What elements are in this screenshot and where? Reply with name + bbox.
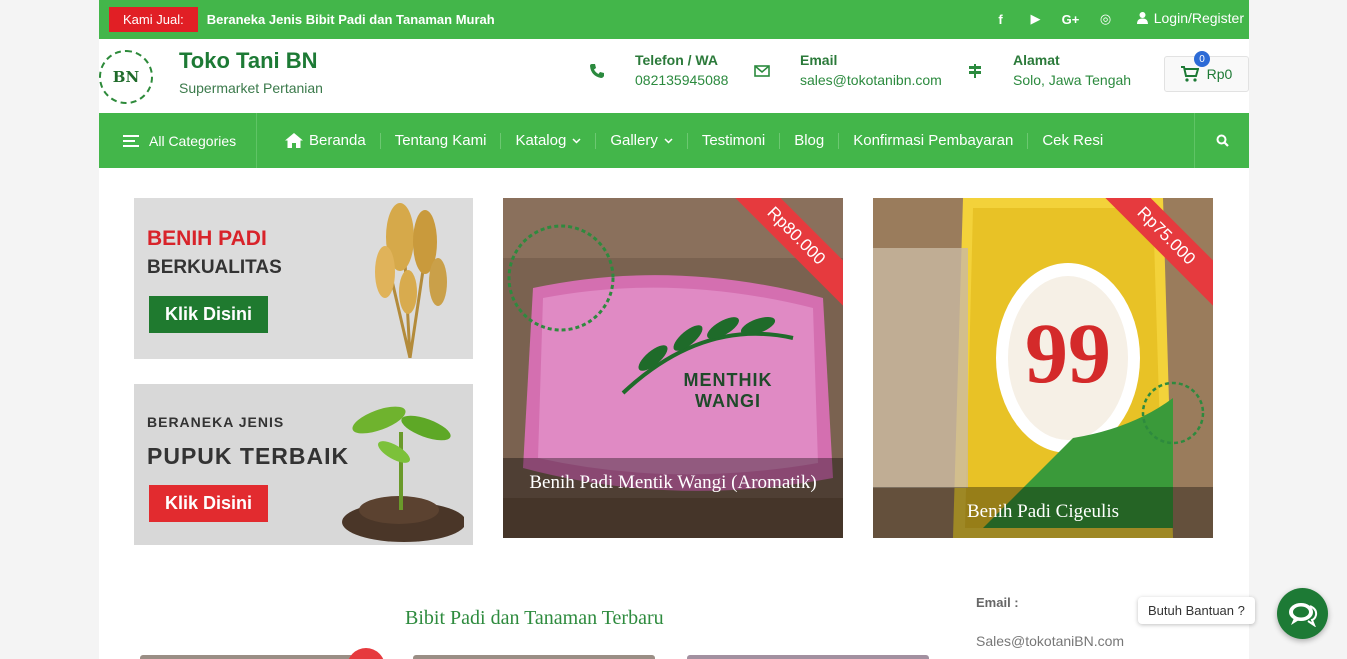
sale-badge [347, 648, 385, 659]
login-label: Login/Register [1153, 10, 1244, 26]
nav-item-cek-resi[interactable]: Cek Resi [1028, 131, 1117, 149]
address-info: Alamat Solo, Jawa Tengah [967, 52, 1131, 88]
cart-button[interactable]: 0 Rp0 [1164, 51, 1249, 92]
email-label: Email [800, 52, 838, 68]
facebook-icon[interactable]: f [983, 10, 1018, 28]
phone-number[interactable]: 082135945088 [635, 72, 728, 88]
top-bar: Kami Jual: Beraneka Jenis Bibit Padi dan… [99, 0, 1249, 39]
signpost-icon [969, 64, 981, 78]
phone-info: Telefon / WA 082135945088 [589, 52, 728, 88]
main-content: BENIH PADI BERKUALITAS Klik Disini BERAN… [99, 168, 1249, 659]
sidebar-email-value[interactable]: Sales@tokotaniBN.com [976, 633, 1124, 649]
promo-banner-benih[interactable]: BENIH PADI BERKUALITAS Klik Disini [134, 198, 473, 359]
promo-subheading: BERKUALITAS [147, 257, 282, 278]
chevron-down-icon [572, 137, 581, 144]
site-logo[interactable]: BN [99, 50, 153, 104]
nav-item-blog[interactable]: Blog [780, 131, 840, 149]
social-links: f ▶ G+ ◎ [983, 10, 1123, 28]
login-register-link[interactable]: Login/Register [1136, 10, 1244, 26]
user-icon [1136, 12, 1148, 24]
address-label: Alamat [1013, 52, 1060, 68]
brand-tagline: Supermarket Pertanian [179, 80, 323, 96]
product-card[interactable]: MENTHIK WANGI Rp80.000 Benih Padi Mentik… [503, 198, 843, 538]
nav-label: Testimoni [701, 131, 766, 149]
nav-label: Blog [794, 131, 825, 149]
promo-subheading: PUPUK TERBAIK [147, 443, 350, 469]
main-nav: All Categories Beranda Tentang Kami Kata… [99, 113, 1249, 168]
nav-label: Cek Resi [1042, 131, 1104, 149]
email-info: Email sales@tokotanibn.com [754, 52, 942, 88]
cart-total: Rp0 [1206, 66, 1233, 82]
all-categories-button[interactable]: All Categories [99, 113, 257, 168]
envelope-icon [754, 65, 770, 77]
product-card[interactable]: 99 Rp75.000 Benih Padi Cigeulis [873, 198, 1213, 538]
nav-menu: Beranda Tentang Kami Katalog Gallery Tes… [257, 113, 1117, 168]
brand-name[interactable]: Toko Tani BN [179, 48, 318, 74]
product-thumbnail[interactable] [140, 655, 376, 659]
product-thumbnail[interactable] [687, 655, 929, 659]
address-value: Solo, Jawa Tengah [1013, 72, 1132, 88]
nav-label: Konfirmasi Pembayaran [853, 131, 1014, 149]
chat-button[interactable] [1277, 588, 1328, 639]
search-icon [1216, 134, 1229, 147]
nav-item-konfirmasi-pembayaran[interactable]: Konfirmasi Pembayaran [839, 131, 1029, 149]
menu-icon [123, 134, 139, 147]
sale-badge: Kami Jual: [109, 7, 198, 32]
bag-label: 99 [1025, 305, 1111, 401]
home-icon [285, 133, 303, 148]
cart-icon [1180, 66, 1199, 82]
cart-count-badge: 0 [1194, 51, 1210, 67]
youtube-icon[interactable]: ▶ [1018, 10, 1053, 28]
instagram-icon[interactable]: ◎ [1088, 10, 1123, 28]
promo-heading: BERANEKA JENIS [147, 414, 285, 430]
phone-label: Telefon / WA [635, 52, 718, 68]
email-address[interactable]: sales@tokotanibn.com [800, 72, 942, 88]
section-title: Bibit Padi dan Tanaman Terbaru [405, 607, 664, 629]
nav-label: Katalog [515, 131, 567, 149]
site-header: BN Toko Tani BN Supermarket Pertanian Te… [99, 39, 1249, 113]
nav-item-katalog[interactable]: Katalog [501, 131, 597, 149]
rice-stalk-image [375, 203, 447, 358]
seedling-image [342, 406, 464, 542]
nav-label: Beranda [309, 131, 366, 149]
nav-label: Gallery [610, 131, 658, 149]
nav-item-tentang-kami[interactable]: Tentang Kami [381, 131, 502, 149]
ticker-text[interactable]: Beraneka Jenis Bibit Padi dan Tanaman Mu… [207, 12, 495, 27]
chevron-down-icon [664, 137, 673, 144]
promo-banner-pupuk[interactable]: BERANEKA JENIS PUPUK TERBAIK Klik Disini [134, 384, 473, 545]
logo-text: BN [112, 68, 140, 86]
nav-label: Tentang Kami [394, 131, 487, 149]
promo-cta-button[interactable]: Klik Disini [149, 296, 269, 333]
all-categories-label: All Categories [149, 132, 237, 149]
product-thumbnail[interactable] [413, 655, 655, 659]
nav-item-testimoni[interactable]: Testimoni [688, 131, 781, 149]
promo-cta-button[interactable]: Klik Disini [149, 485, 269, 522]
chat-prompt[interactable]: Butuh Bantuan ? [1138, 597, 1255, 624]
phone-icon [590, 64, 604, 78]
google-plus-icon[interactable]: G+ [1053, 10, 1088, 28]
chat-icon [1288, 602, 1317, 627]
search-button[interactable] [1194, 113, 1249, 168]
nav-item-beranda[interactable]: Beranda [271, 131, 381, 149]
nav-item-gallery[interactable]: Gallery [596, 131, 688, 149]
product-title[interactable]: Benih Padi Mentik Wangi (Aromatik) [503, 458, 843, 538]
product-title[interactable]: Benih Padi Cigeulis [873, 487, 1213, 538]
sidebar-email-label: Email : [976, 595, 1019, 610]
promo-heading: BENIH PADI [147, 227, 267, 250]
bag-label: MENTHIK WANGI [683, 370, 773, 411]
